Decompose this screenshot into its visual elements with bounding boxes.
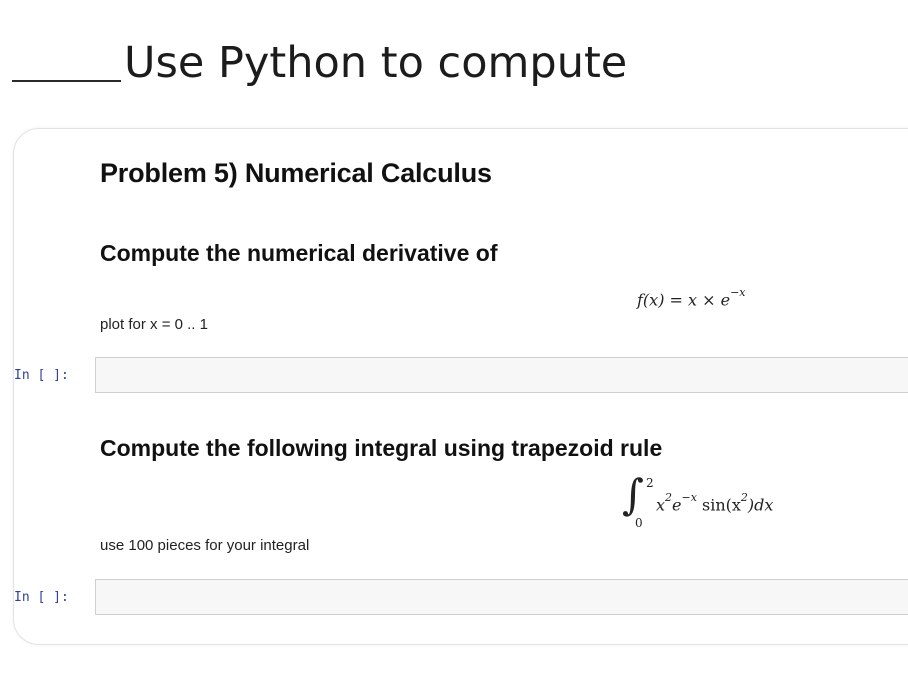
integrand: x2e−x sin(x2)dx (656, 491, 774, 515)
code-cell-2[interactable] (95, 579, 908, 615)
page-title: Use Python to compute (12, 38, 627, 88)
code-cell-1[interactable] (95, 357, 908, 393)
blank-underline (12, 80, 121, 82)
derivative-formula: f(x) = x × e−x (637, 286, 746, 310)
cell-prompt-1: In [ ]: (14, 368, 69, 383)
problem-title: Problem 5) Numerical Calculus (100, 158, 492, 188)
integral-upper-limit: 2 (646, 476, 654, 490)
integrand-x: x (656, 495, 666, 515)
derivative-note: plot for x = 0 .. 1 (100, 316, 208, 333)
integral-heading: Compute the following integral using tra… (100, 435, 663, 461)
integrand-e-exp: −x (681, 491, 697, 504)
cell-prompt-2: In [ ]: (14, 590, 69, 605)
derivative-formula-exponent: −x (730, 286, 746, 299)
integrand-sin-exp: 2 (740, 491, 748, 504)
integrand-sin: sin(x (696, 495, 741, 515)
integrand-e: e (672, 495, 682, 515)
integral-formula: ∫ 2 0 x2e−x sin(x2)dx (622, 470, 802, 532)
integral-note: use 100 pieces for your integral (100, 537, 310, 554)
integrand-x-exp: 2 (665, 491, 673, 504)
page-title-text: Use Python to compute (124, 38, 628, 88)
integral-lower-limit: 0 (635, 516, 643, 530)
derivative-formula-base: f(x) = x × e (637, 290, 731, 310)
integrand-tail: )dx (747, 495, 774, 515)
integral-sign-icon: ∫ (622, 470, 644, 519)
derivative-heading: Compute the numerical derivative of (100, 240, 498, 266)
